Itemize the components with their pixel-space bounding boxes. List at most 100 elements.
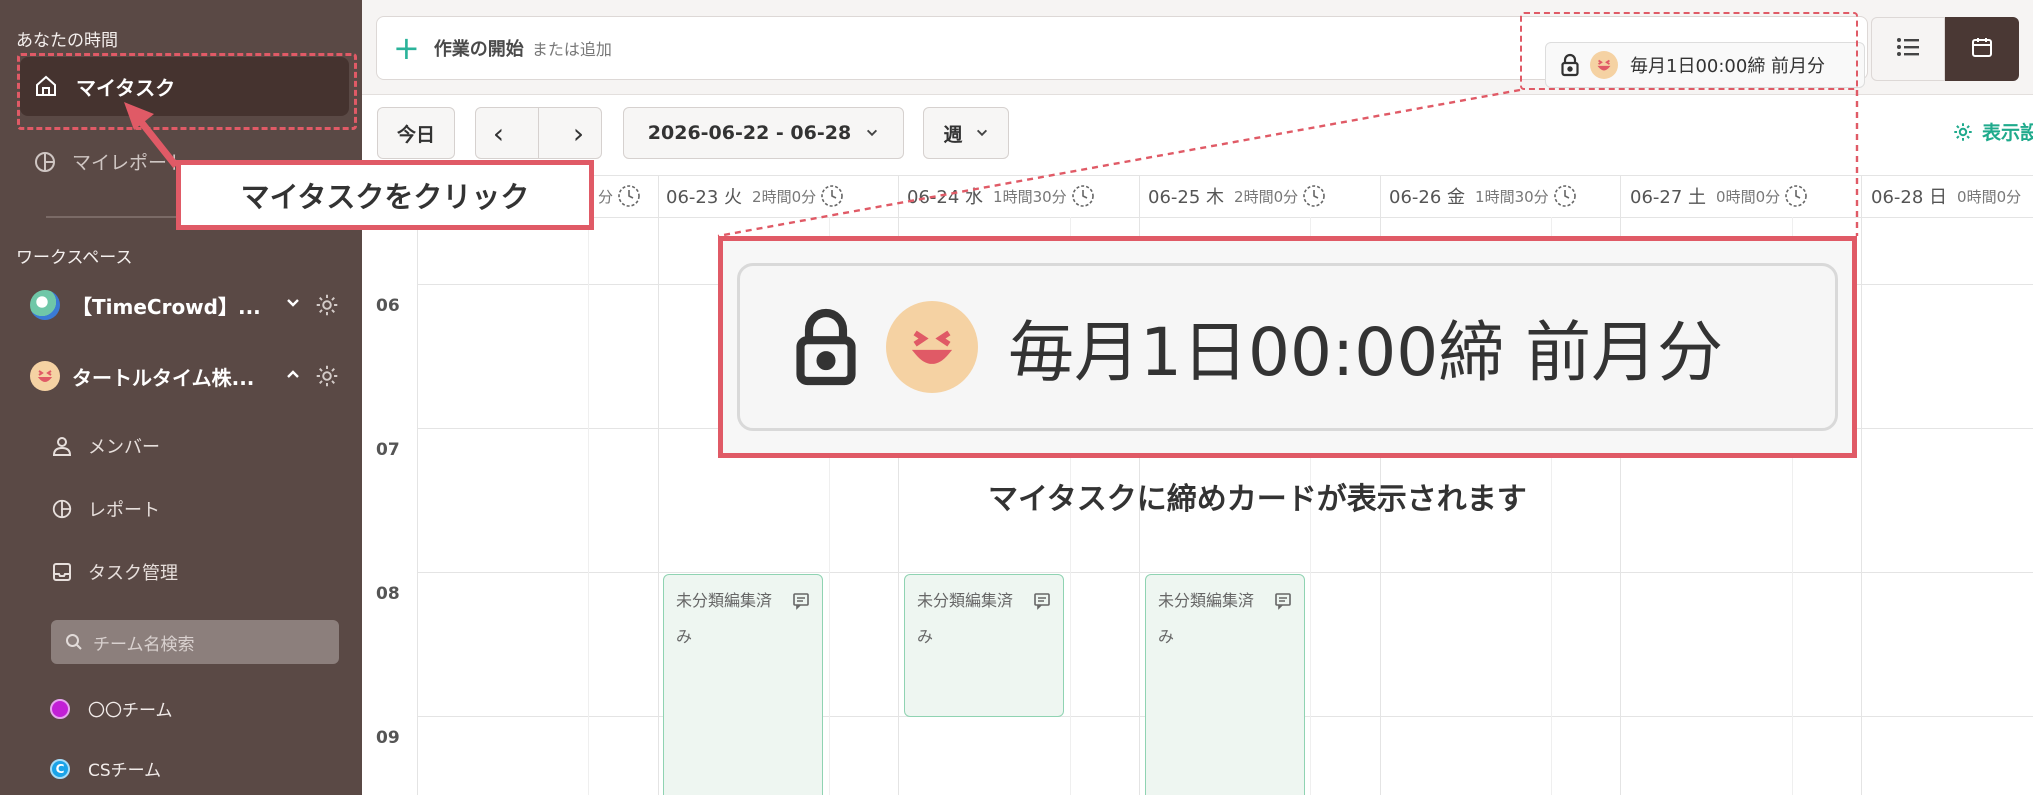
gear-icon bbox=[1952, 121, 1974, 143]
sidebar-item-label: マイレポート bbox=[72, 152, 187, 174]
workspace-label: ワークスペース bbox=[16, 248, 133, 268]
hour-label: 06 bbox=[376, 296, 400, 316]
sidebar-item-my-report[interactable]: マイレポート bbox=[32, 148, 186, 175]
time-entry-title: 未分類編集済 bbox=[1158, 591, 1255, 610]
hour-label: 09 bbox=[376, 728, 400, 748]
workspace-row[interactable]: タートルタイム株... bbox=[30, 361, 340, 391]
time-entry[interactable]: 未分類編集済 み bbox=[1145, 574, 1305, 795]
day-header[interactable]: 06-28 日 0時間0分 bbox=[1871, 175, 2033, 217]
zoom-caption: マイタスクに締めカードが表示されます bbox=[988, 482, 1527, 517]
day-label: 06-26 金 bbox=[1389, 187, 1466, 208]
date-range-select[interactable]: 2026-06-22 - 06-28 bbox=[623, 107, 904, 159]
display-settings-label: 表示設定 bbox=[1982, 122, 2033, 144]
team-name: CSチーム bbox=[88, 761, 162, 781]
grid-line bbox=[1861, 175, 1862, 795]
clock-icon bbox=[1784, 184, 1808, 208]
sidebar-item-reports[interactable]: レポート bbox=[50, 496, 160, 522]
your-time-label: あなたの時間 bbox=[16, 31, 118, 51]
clock-icon bbox=[1302, 184, 1326, 208]
next-week-button[interactable]: › bbox=[573, 117, 584, 150]
calendar-icon bbox=[1970, 35, 1994, 63]
list-view-button[interactable] bbox=[1871, 17, 1945, 81]
day-header[interactable]: 06-25 木 2時間0分 bbox=[1148, 175, 1373, 217]
divider bbox=[46, 216, 176, 218]
workspace-name: 【TimeCrowd】... bbox=[72, 294, 261, 319]
calendar-view-button[interactable] bbox=[1945, 17, 2019, 81]
grid-line bbox=[417, 217, 2033, 218]
workspace-row[interactable]: 【TimeCrowd】... bbox=[30, 290, 340, 320]
today-button[interactable]: 今日 bbox=[377, 107, 455, 159]
sidebar: あなたの時間 マイタスク マイレポート ワークスペース 【TimeCrowd】.… bbox=[0, 0, 362, 795]
start-task-label: 作業の開始 bbox=[433, 39, 524, 60]
grid-line bbox=[417, 572, 2033, 573]
sidebar-item-label: メンバー bbox=[88, 437, 160, 458]
plus-icon: + bbox=[393, 29, 420, 67]
time-entry[interactable]: 未分類編集済 み bbox=[904, 574, 1064, 717]
search-icon bbox=[65, 633, 83, 651]
day-label: 06-23 火 bbox=[666, 187, 743, 208]
workspace-name: タートルタイム株... bbox=[72, 365, 255, 390]
day-hours: 分 bbox=[598, 187, 614, 206]
day-header[interactable]: 06-27 土 0時間0分 bbox=[1630, 175, 1855, 217]
grid-line bbox=[417, 175, 418, 795]
sidebar-item-label: タスク管理 bbox=[88, 563, 178, 584]
gear-icon[interactable] bbox=[314, 363, 340, 389]
chevron-down-icon bbox=[865, 126, 879, 140]
grid-line bbox=[658, 175, 659, 795]
chevron-up-icon[interactable] bbox=[282, 366, 304, 387]
grin-face-icon bbox=[30, 361, 60, 391]
view-mode-select[interactable]: 週 bbox=[923, 107, 1009, 159]
sidebar-item-label: レポート bbox=[88, 500, 160, 521]
team-color-dot: C bbox=[50, 758, 70, 779]
day-hours: 0時間0分 bbox=[1957, 187, 2022, 206]
gear-icon[interactable] bbox=[314, 292, 340, 318]
pie-chart-icon bbox=[32, 149, 58, 175]
grid-line bbox=[588, 217, 589, 795]
highlight-frame bbox=[17, 53, 357, 130]
team-color-dot bbox=[50, 698, 70, 719]
zoomed-card-frame: 毎月1日00:00締 前月分 bbox=[737, 263, 1838, 431]
comment-icon bbox=[1033, 592, 1051, 610]
grin-face-icon bbox=[886, 301, 978, 393]
day-label: 06-25 木 bbox=[1148, 187, 1225, 208]
day-header[interactable]: 06-23 火 2時間0分 bbox=[666, 175, 891, 217]
hour-label: 07 bbox=[376, 440, 400, 460]
day-label: 06-24 水 bbox=[907, 187, 984, 208]
chevron-down-icon[interactable] bbox=[282, 295, 304, 316]
start-task-hint: または追加 bbox=[531, 40, 612, 59]
workspace-logo-icon bbox=[30, 290, 60, 320]
clock-icon bbox=[1553, 184, 1577, 208]
day-header[interactable]: 06-26 金 1時間30分 bbox=[1389, 175, 1614, 217]
comment-icon bbox=[1274, 592, 1292, 610]
view-mode-value: 週 bbox=[943, 123, 963, 146]
zoomed-closing-card: 毎月1日00:00締 前月分 bbox=[718, 236, 1857, 458]
date-range-value: 2026-06-22 - 06-28 bbox=[647, 122, 852, 144]
prev-week-button[interactable]: ‹ bbox=[493, 117, 504, 150]
chevron-down-icon bbox=[975, 126, 989, 140]
display-settings-link[interactable]: 表示設定 bbox=[1952, 118, 2033, 145]
divider bbox=[537, 108, 539, 158]
sidebar-item-task-management[interactable]: タスク管理 bbox=[50, 559, 178, 585]
day-hours: 2時間0分 bbox=[1234, 187, 1299, 206]
team-search-input[interactable]: チーム名検索 bbox=[51, 620, 339, 664]
lock-icon bbox=[792, 305, 860, 389]
app-root: あなたの時間 マイタスク マイレポート ワークスペース 【TimeCrowd】.… bbox=[0, 0, 2033, 795]
sidebar-item-members[interactable]: メンバー bbox=[50, 433, 160, 459]
list-icon bbox=[1895, 36, 1921, 62]
user-icon bbox=[50, 434, 74, 458]
time-entry[interactable]: 未分類編集済 み bbox=[663, 574, 823, 795]
highlight-frame bbox=[1520, 12, 1858, 90]
team-item[interactable]: C CSチーム bbox=[50, 756, 161, 781]
clock-icon bbox=[617, 184, 641, 208]
team-item[interactable]: 〇〇チーム bbox=[50, 696, 173, 721]
zoomed-closing-text: 毎月1日00:00締 前月分 bbox=[1008, 314, 1724, 391]
time-entry-title-cont: み bbox=[917, 627, 934, 646]
day-header[interactable]: 06-24 水 1時間30分 bbox=[907, 175, 1132, 217]
pie-chart-icon bbox=[50, 497, 74, 521]
time-entry-title-cont: み bbox=[676, 627, 693, 646]
day-label: 06-27 土 bbox=[1630, 187, 1707, 208]
search-placeholder: チーム名検索 bbox=[93, 634, 195, 655]
day-header[interactable]: 分 bbox=[588, 175, 658, 217]
clock-icon bbox=[1071, 184, 1095, 208]
time-entry-title: 未分類編集済 bbox=[917, 591, 1014, 610]
